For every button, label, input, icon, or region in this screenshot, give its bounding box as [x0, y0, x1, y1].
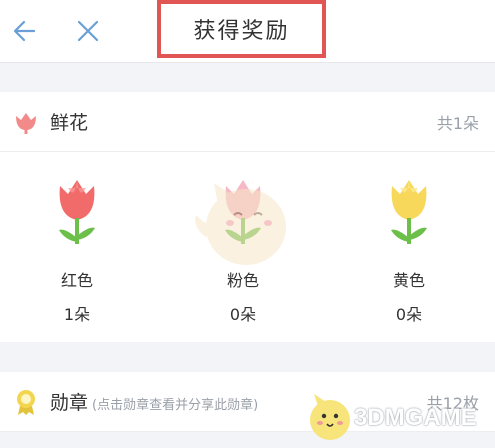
- back-arrow-icon: [13, 20, 36, 42]
- red-tulip-icon: [59, 180, 95, 244]
- flower-count: 0朵: [395, 305, 423, 324]
- tulip-icon: [12, 108, 40, 136]
- back-button[interactable]: [8, 13, 44, 49]
- medals-hint: (点击勋章查看并分享此勋章): [92, 398, 259, 413]
- flowers-section-header: 鲜花 共1朵: [0, 92, 495, 152]
- mascot-logo-icon: [310, 394, 350, 440]
- flowers-total-count: 共1朵: [436, 113, 479, 133]
- mascot-watermark: [188, 175, 300, 275]
- flower-name: 黄色: [392, 271, 425, 290]
- flower-count: 0朵: [229, 305, 257, 324]
- close-icon: [77, 20, 99, 42]
- medal-icon: [12, 388, 40, 416]
- site-watermark: 3DMGAME: [300, 388, 495, 448]
- flower-item-red[interactable]: 红色 1朵: [27, 172, 127, 325]
- flower-name: 红色: [60, 271, 93, 290]
- medals-section-title: 勋章 (点击勋章查看并分享此勋章): [50, 392, 259, 414]
- watermark-text: 3DMGAME: [354, 404, 477, 431]
- top-bar: 获得奖励: [0, 0, 495, 63]
- flower-item-yellow[interactable]: 黄色 0朵: [359, 172, 459, 325]
- close-button[interactable]: [70, 13, 106, 49]
- flowers-section-title: 鲜花: [50, 112, 89, 134]
- yellow-tulip-icon: [391, 180, 427, 244]
- page-title: 获得奖励: [157, 0, 326, 58]
- flower-count: 1朵: [63, 305, 91, 324]
